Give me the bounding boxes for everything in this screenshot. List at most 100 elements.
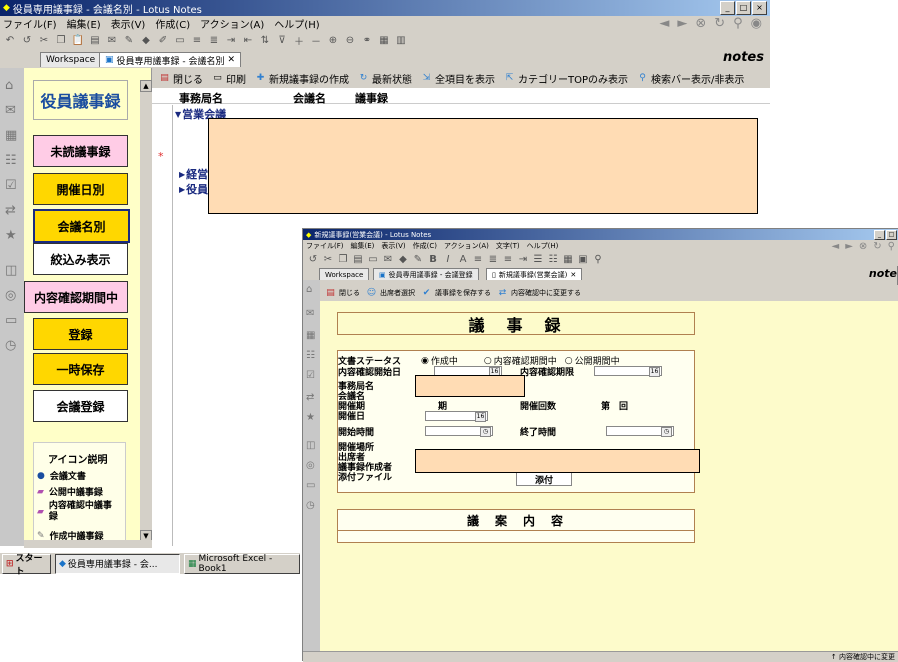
minus-icon[interactable]: －	[309, 34, 323, 48]
form-paste-icon[interactable]: ▤	[351, 253, 365, 266]
column-header[interactable]: 議事録	[355, 90, 388, 106]
pen-icon[interactable]: ✐	[156, 34, 170, 47]
form-menu-file[interactable]: ファイル(F)	[306, 241, 344, 251]
tab-db-view[interactable]: ▣ 役員専用議事録 - 会議名別 ✕	[99, 52, 242, 67]
attach-icon[interactable]: ⚲	[591, 253, 605, 266]
filter-icon[interactable]: ⊽	[275, 34, 289, 47]
horizontal-scrollbar[interactable]	[24, 540, 152, 548]
font-color-icon[interactable]: A	[456, 253, 470, 266]
copy-icon[interactable]: ❐	[54, 34, 68, 47]
mail-bookmark-icon[interactable]: ✉	[306, 308, 314, 319]
grid-icon[interactable]: ▥	[394, 34, 408, 47]
form-menu-create[interactable]: 作成(C)	[413, 241, 437, 251]
form-maximize-button[interactable]: □	[886, 229, 897, 240]
databases-icon[interactable]: ◫	[306, 440, 315, 451]
properties-icon[interactable]: ▦	[377, 34, 391, 47]
taskbar-item-notes[interactable]: ◆ 役員専用議事録 - 会...	[55, 553, 180, 574]
align-right-icon[interactable]: ≡	[501, 253, 515, 266]
back-icon[interactable]: ↶	[3, 34, 17, 47]
format-icon[interactable]: ≣	[207, 34, 221, 47]
folder-icon[interactable]: ▭	[173, 34, 187, 47]
mail-icon[interactable]: ✉	[105, 34, 119, 47]
italic-icon[interactable]: I	[441, 253, 455, 266]
address-icon[interactable]: ☷	[5, 153, 17, 168]
expand-all-action[interactable]: ⇲ 全項目を表示	[420, 71, 495, 86]
date-field[interactable]: 16	[425, 411, 488, 422]
bold-icon[interactable]: B	[426, 253, 440, 266]
column-header[interactable]: 会議名	[293, 90, 326, 106]
databases-icon[interactable]: ◫	[5, 263, 17, 278]
outdent-icon[interactable]: ⇤	[241, 34, 255, 47]
todo-icon[interactable]: ☑	[5, 178, 17, 193]
end-time-field[interactable]: ◷	[606, 426, 674, 437]
form-menu-text[interactable]: 文字(T)	[496, 241, 520, 251]
refresh-icon[interactable]: ↻	[714, 16, 725, 31]
menu-edit[interactable]: 編集(E)	[67, 16, 101, 31]
collapse-icon[interactable]: ⊖	[343, 34, 357, 47]
form-tab-doc[interactable]: ▯ 新規議事録(営業会議) ✕	[486, 268, 583, 280]
indent-icon[interactable]: ⇥	[224, 34, 238, 47]
bullet-list-icon[interactable]: ☰	[531, 253, 545, 266]
form-forward-icon[interactable]: ►	[845, 241, 853, 252]
tab-close-icon[interactable]: ✕	[570, 271, 576, 279]
list-icon[interactable]: ≡	[190, 34, 204, 47]
form-menu-help[interactable]: ヘルプ(H)	[527, 241, 559, 251]
folder-bookmark-icon[interactable]: ▭	[5, 313, 17, 328]
forward-arrow-icon[interactable]: ►	[677, 16, 687, 31]
form-tab-db[interactable]: ▣ 役員専用議事録 - 会議登録	[373, 268, 479, 280]
replicator-icon[interactable]: ⇄	[306, 392, 314, 403]
nav-by-date-button[interactable]: 開催日別	[33, 173, 128, 205]
select-attendees-action[interactable]: ☺ 出席者選択	[365, 287, 415, 299]
maximize-button[interactable]: □	[736, 1, 751, 15]
form-database-icon[interactable]: ◆	[396, 253, 410, 266]
form-menu-action[interactable]: アクション(A)	[444, 241, 489, 251]
web-icon[interactable]: ◎	[5, 288, 16, 303]
minimize-button[interactable]: _	[720, 1, 735, 15]
save-minutes-action[interactable]: ✔ 議事録を保存する	[420, 287, 491, 299]
form-back-icon[interactable]: ◄	[831, 241, 839, 252]
count-field[interactable]: 第 回	[601, 399, 628, 412]
form-search-icon[interactable]: ⚲	[888, 241, 895, 252]
calendar-picker-icon[interactable]: 16	[475, 412, 486, 422]
history-icon[interactable]: ◷	[5, 338, 16, 353]
form-copy-icon[interactable]: ❐	[336, 253, 350, 266]
close-button[interactable]: ×	[752, 1, 767, 15]
nav-meeting-register-button[interactable]: 会議登録	[33, 390, 128, 422]
form-pen-icon[interactable]: ✎	[411, 253, 425, 266]
undo-icon[interactable]: ↺	[20, 34, 34, 47]
menu-create[interactable]: 作成(C)	[155, 16, 190, 31]
nav-by-meeting-button[interactable]: 会議名別	[33, 209, 130, 243]
form-print-icon[interactable]: ▭	[366, 253, 380, 266]
close-action[interactable]: ▤ 閉じる	[158, 71, 203, 86]
calendar-picker-icon[interactable]: 16	[649, 367, 660, 377]
clock-icon[interactable]: ◷	[480, 427, 491, 437]
menu-action[interactable]: アクション(A)	[200, 16, 264, 31]
edit-icon[interactable]: ✎	[122, 34, 136, 47]
link-icon[interactable]: ⚭	[360, 34, 374, 47]
sort-icon[interactable]: ⇅	[258, 34, 272, 47]
change-to-confirming-action[interactable]: ⇄ 内容確認中に変更する	[496, 287, 581, 299]
list-item[interactable]: ▶ 経営	[179, 166, 208, 182]
todo-icon[interactable]: ☑	[306, 370, 315, 381]
column-header[interactable]: 事務局名	[179, 90, 223, 106]
menu-view[interactable]: 表示(V)	[111, 16, 146, 31]
start-button[interactable]: ⊞ スタート	[2, 553, 51, 577]
refresh-action[interactable]: ↻ 最新状態	[357, 71, 412, 86]
expand-icon[interactable]: ⊕	[326, 34, 340, 47]
align-left-icon[interactable]: ≡	[471, 253, 485, 266]
calendar-icon[interactable]: ▦	[5, 128, 17, 143]
home-icon[interactable]: ⌂	[5, 78, 13, 93]
stop-icon[interactable]: ⊗	[695, 16, 706, 31]
form-mail-icon[interactable]: ✉	[381, 253, 395, 266]
database-icon[interactable]: ◆	[139, 34, 153, 47]
align-center-icon[interactable]: ≣	[486, 253, 500, 266]
form-menu-view[interactable]: 表示(V)	[381, 241, 405, 251]
paste-icon[interactable]: 📋	[71, 34, 85, 47]
agenda-field[interactable]	[337, 531, 695, 543]
favorites-icon[interactable]: ★	[306, 412, 315, 423]
search-bar-action[interactable]: ⚲ 検索バー表示/非表示	[636, 71, 744, 86]
folder-bookmark-icon[interactable]: ▭	[306, 480, 315, 491]
attach-button[interactable]: 添付	[516, 472, 572, 486]
nav-unread-button[interactable]: 未読議事録	[33, 135, 128, 167]
numbered-list-icon[interactable]: ☷	[546, 253, 560, 266]
